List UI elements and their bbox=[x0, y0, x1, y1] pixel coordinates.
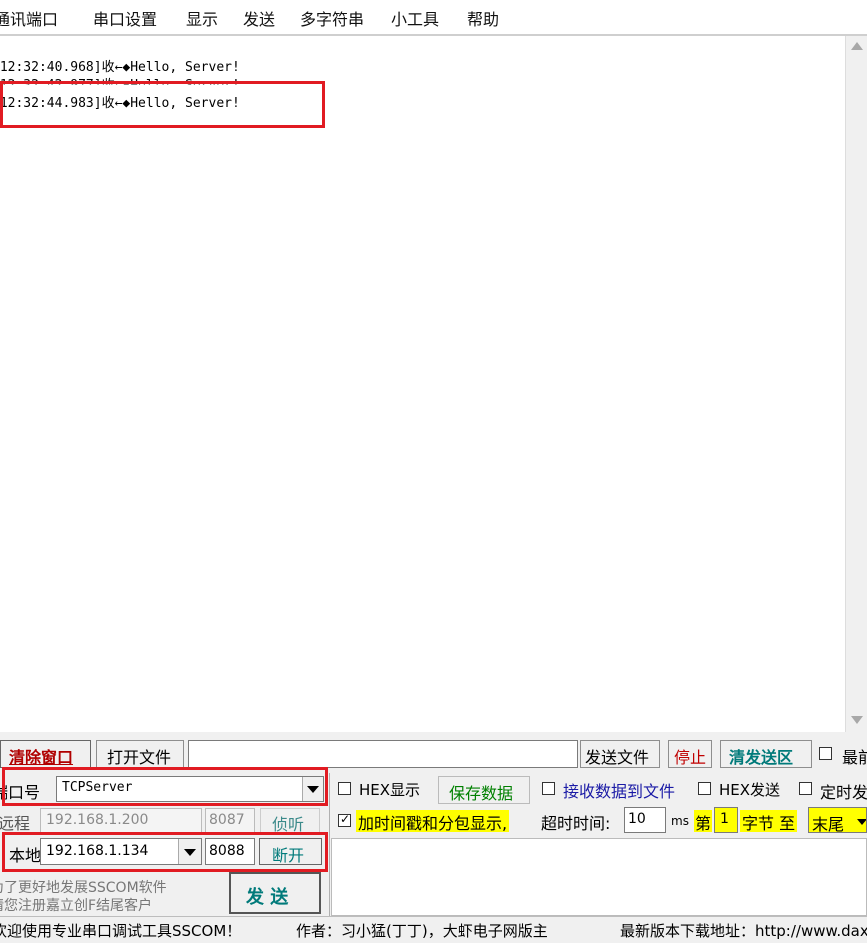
open-file-button[interactable]: 打开文件 bbox=[96, 740, 184, 768]
listen-button[interactable]: 侦听 bbox=[260, 808, 320, 833]
chevron-down-icon[interactable] bbox=[857, 819, 866, 825]
status-download: 最新版本下载地址：http://www.daxia.com/ bbox=[620, 922, 867, 940]
remote-ip-field[interactable]: 192.168.1.200 bbox=[40, 808, 202, 833]
hex-send-checkbox[interactable] bbox=[698, 782, 711, 795]
menu-item-help[interactable]: 帮助 bbox=[467, 6, 499, 30]
menu-item-serial-settings[interactable]: 串口设置 bbox=[93, 6, 157, 30]
status-bar: 欢迎使用专业串口调试工具SSCOM！ 作者：习小猛(丁丁)，大虾电子网版主 最新… bbox=[0, 916, 867, 943]
send-file-button[interactable]: 发送文件 bbox=[580, 740, 660, 768]
menu-item-display[interactable]: 显示 bbox=[186, 6, 218, 30]
hex-send-label: HEX发送 bbox=[719, 781, 781, 799]
menu-item-port[interactable]: 通讯端口 bbox=[0, 6, 58, 30]
clear-send-button[interactable]: 清发送区 bbox=[720, 740, 812, 768]
highlight-box-local bbox=[2, 832, 328, 872]
remote-port-field[interactable]: 8087 bbox=[205, 808, 255, 833]
byte-end-select[interactable]: 末尾 bbox=[808, 807, 867, 833]
timeout-unit: ms bbox=[671, 814, 689, 828]
check-icon: ✓ bbox=[340, 812, 351, 826]
receive-area[interactable]: [12:32:40.968]收←◆Hello, Server! [12:32:4… bbox=[0, 36, 845, 732]
timed-send-label: 定时发送 bbox=[820, 783, 867, 802]
byte-prefix-label: 第 bbox=[694, 810, 713, 832]
always-on-top-checkbox[interactable] bbox=[819, 747, 832, 760]
hex-display-checkbox[interactable] bbox=[338, 782, 351, 795]
timestamp-label: 加时间戳和分包显示, bbox=[356, 810, 510, 832]
recv-to-file-checkbox[interactable] bbox=[542, 782, 555, 795]
timed-send-checkbox[interactable] bbox=[799, 782, 812, 795]
send-button[interactable]: 发 送 bbox=[229, 872, 321, 914]
promo-line-2: 请您注册嘉立创F结尾客户 bbox=[0, 898, 153, 914]
promo-line-1: 为了更好地发展SSCOM软件 bbox=[0, 880, 167, 896]
byte-start-input[interactable]: 1 bbox=[714, 807, 738, 833]
send-text-area[interactable] bbox=[331, 838, 867, 916]
receive-scrollbar[interactable] bbox=[845, 36, 867, 732]
menu-item-tools[interactable]: 小工具 bbox=[391, 6, 439, 30]
menu-item-send[interactable]: 发送 bbox=[243, 6, 275, 30]
always-on-top-label: 最前 bbox=[842, 748, 867, 767]
highlight-box-received-line bbox=[0, 81, 325, 128]
scroll-up-icon[interactable] bbox=[851, 42, 863, 50]
recv-to-file-label: 接收数据到文件 bbox=[563, 782, 676, 801]
receive-line: [12:32:40.968]收←◆Hello, Server! bbox=[0, 60, 240, 75]
clear-window-button[interactable]: 清除窗口 bbox=[0, 740, 91, 768]
save-data-button[interactable]: 保存数据 bbox=[438, 776, 530, 804]
remote-label: 远程 bbox=[0, 814, 31, 833]
scroll-down-icon[interactable] bbox=[851, 716, 863, 724]
status-author: 作者：习小猛(丁丁)，大虾电子网版主 bbox=[296, 922, 548, 940]
stop-button[interactable]: 停止 bbox=[668, 740, 712, 768]
timeout-label: 超时时间: bbox=[541, 814, 611, 833]
menu-bar: 通讯端口 串口设置 显示 发送 多字符串 小工具 帮助 bbox=[0, 0, 867, 34]
timestamp-checkbox[interactable]: ✓ bbox=[338, 812, 351, 827]
file-path-input[interactable] bbox=[188, 740, 578, 768]
status-welcome: 欢迎使用专业串口调试工具SSCOM！ bbox=[0, 922, 242, 940]
menu-item-multi-string[interactable]: 多字符串 bbox=[300, 6, 364, 30]
hex-display-label: HEX显示 bbox=[359, 781, 421, 799]
highlight-box-port bbox=[2, 767, 328, 806]
byte-to-label: 字节 至 bbox=[740, 810, 798, 832]
timeout-input[interactable]: 10 bbox=[624, 807, 666, 833]
